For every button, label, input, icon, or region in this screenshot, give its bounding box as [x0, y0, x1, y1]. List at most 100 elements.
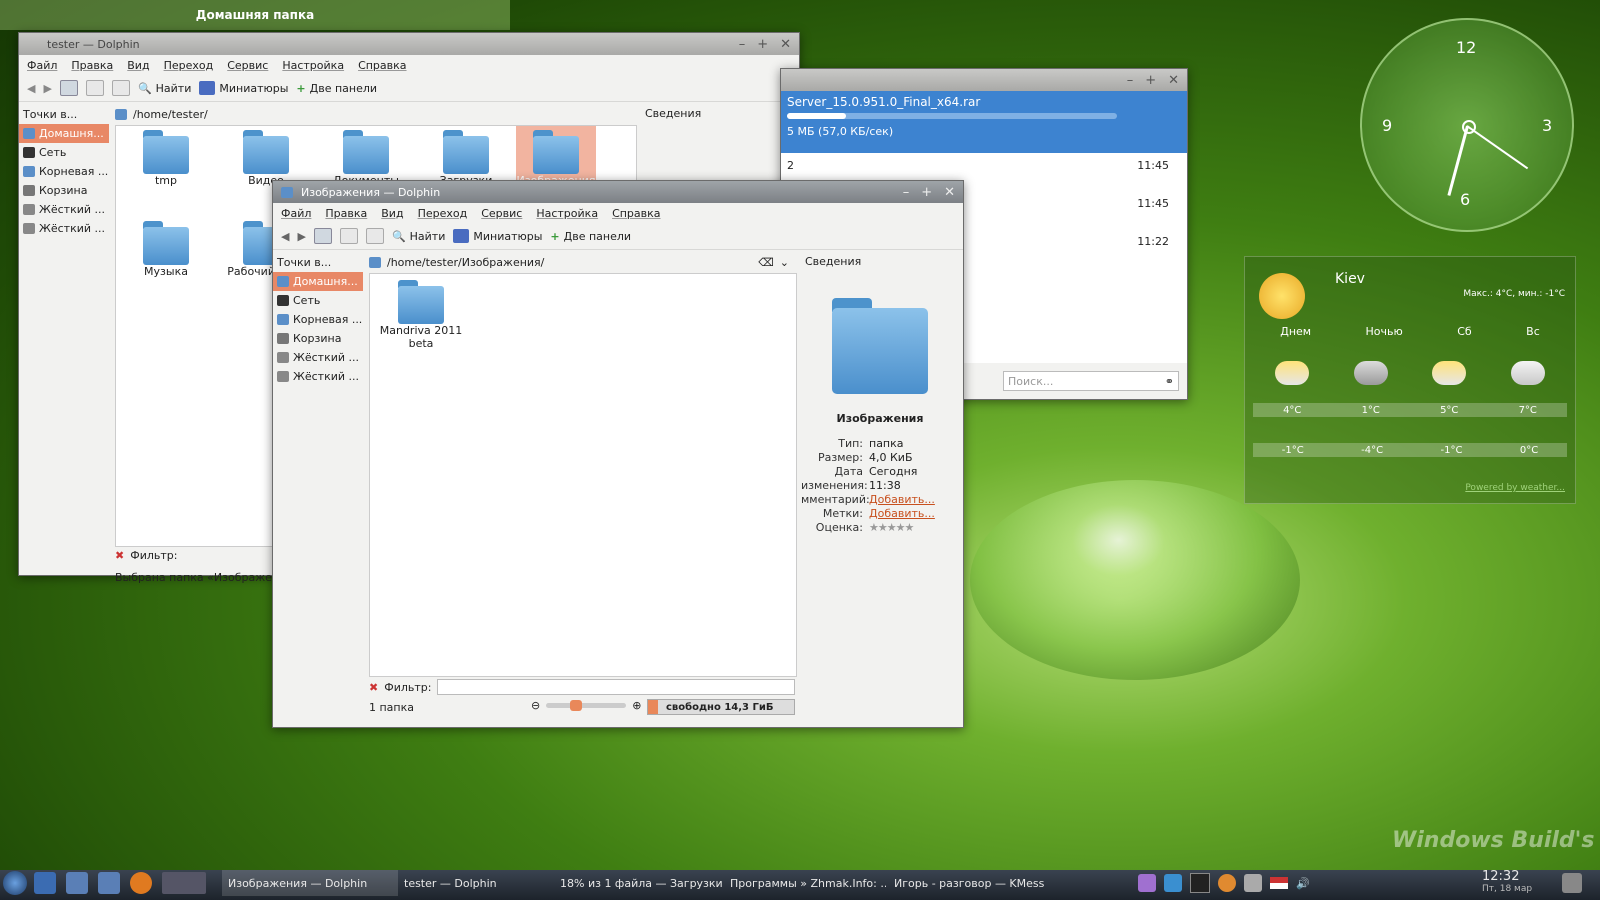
place-root[interactable]: Корневая ... — [19, 162, 109, 181]
folder-item[interactable]: Mandriva 2011 beta — [378, 280, 464, 350]
tray-icon[interactable] — [1138, 874, 1156, 892]
columns-view-icon[interactable] — [111, 80, 130, 96]
folder-item[interactable]: Документы — [326, 130, 406, 187]
maximize-icon[interactable]: + — [1145, 73, 1156, 88]
chevron-down-icon[interactable]: ⌄ — [780, 256, 789, 269]
zoom-out-icon[interactable]: ⊖ — [531, 699, 540, 712]
folder-item[interactable]: tmp — [126, 130, 206, 187]
menu-edit[interactable]: Правка — [325, 207, 367, 220]
thumbnails-button[interactable]: Миниатюры — [199, 81, 288, 95]
maximize-icon[interactable]: + — [921, 185, 932, 200]
folder-item[interactable]: Загрузки — [426, 130, 506, 187]
title-bar[interactable]: – + ✕ — [781, 69, 1187, 91]
search-field[interactable]: Поиск... ⚭ — [1003, 371, 1179, 391]
place-network[interactable]: Сеть — [273, 291, 363, 310]
network-icon[interactable] — [1244, 874, 1262, 892]
place-root[interactable]: Корневая ... — [273, 310, 363, 329]
terminal-icon[interactable] — [1190, 873, 1210, 893]
taskbar-item-dolphin-tester[interactable]: tester — Dolphin — [398, 870, 560, 896]
split-view-button[interactable]: + Две панели — [550, 230, 631, 243]
folder-item[interactable]: Видео — [226, 130, 306, 187]
add-comment-link[interactable]: Добавить... — [869, 493, 935, 507]
split-view-button[interactable]: + Две панели — [296, 82, 377, 95]
clear-icon[interactable]: ✖ — [369, 681, 378, 694]
minimize-icon[interactable]: – — [1127, 73, 1134, 88]
menu-settings[interactable]: Настройка — [536, 207, 598, 220]
menu-edit[interactable]: Правка — [71, 59, 113, 72]
icons-view-icon[interactable] — [313, 228, 332, 244]
details-view-icon[interactable] — [85, 80, 104, 96]
back-arrow-icon[interactable]: ◀ — [27, 82, 35, 95]
binoculars-icon[interactable]: ⚭ — [1165, 375, 1178, 388]
digital-clock[interactable]: 12:32 Пт, 18 мар — [1482, 870, 1532, 896]
add-tags-link[interactable]: Добавить... — [869, 507, 935, 521]
location-bar[interactable]: /home/tester/ — [115, 105, 635, 123]
minimize-icon[interactable]: – — [739, 37, 746, 52]
weather-powered-link[interactable]: Powered by weather... — [1465, 483, 1565, 493]
title-bar[interactable]: tester — Dolphin – + ✕ — [19, 33, 799, 55]
maximize-icon[interactable]: + — [757, 37, 768, 52]
place-home[interactable]: Домашня... — [19, 124, 109, 143]
find-button[interactable]: 🔍 Найти — [392, 230, 445, 243]
menu-view[interactable]: Вид — [127, 59, 149, 72]
zoom-slider[interactable]: ⊖ ⊕ — [531, 699, 641, 712]
menu-file[interactable]: Файл — [27, 59, 57, 72]
menu-tools[interactable]: Сервис — [227, 59, 268, 72]
thumbnails-button[interactable]: Миниатюры — [453, 229, 542, 243]
flag-icon[interactable] — [1270, 877, 1288, 889]
close-icon[interactable]: ✕ — [944, 185, 955, 200]
filter-input[interactable] — [437, 679, 796, 695]
clear-icon[interactable]: ✖ — [115, 549, 124, 562]
location-bar[interactable]: /home/tester/Изображения/ ⌫ ⌄ — [369, 253, 789, 271]
back-arrow-icon[interactable]: ◀ — [281, 230, 289, 243]
trash-applet-icon[interactable] — [1562, 870, 1582, 896]
volume-icon[interactable]: 🔊 — [1296, 877, 1310, 890]
list-item[interactable]: 2 11:45 — [787, 159, 1169, 172]
place-disk-1[interactable]: Жёсткий ... — [273, 348, 363, 367]
menu-help[interactable]: Справка — [358, 59, 406, 72]
taskbar-item-browser[interactable]: Программы » Zhmak.Info: ... — [730, 870, 886, 896]
place-network[interactable]: Сеть — [19, 143, 109, 162]
details-view-icon[interactable] — [339, 228, 358, 244]
start-menu-button[interactable] — [0, 870, 30, 896]
menu-settings[interactable]: Настройка — [282, 59, 344, 72]
browser-launcher-icon[interactable] — [130, 872, 152, 894]
dolphin-window-front[interactable]: Изображения — Dolphin – + ✕ Файл Правка Ви… — [272, 180, 964, 728]
close-icon[interactable]: ✕ — [1168, 73, 1179, 88]
zoom-in-icon[interactable]: ⊕ — [632, 699, 641, 712]
desktop-launcher-icon[interactable] — [34, 872, 56, 894]
place-disk-2[interactable]: Жёсткий ... — [273, 367, 363, 386]
menu-tools[interactable]: Сервис — [481, 207, 522, 220]
minimize-icon[interactable]: – — [903, 185, 910, 200]
folder-item[interactable]: Музыка — [126, 221, 206, 278]
analog-clock-widget[interactable]: 12 3 6 9 — [1360, 18, 1574, 232]
place-trash[interactable]: Корзина — [273, 329, 363, 348]
forward-arrow-icon[interactable]: ▶ — [297, 230, 305, 243]
menu-help[interactable]: Справка — [612, 207, 660, 220]
menu-go[interactable]: Переход — [418, 207, 468, 220]
file-view[interactable]: Mandriva 2011 beta — [369, 273, 797, 677]
place-trash[interactable]: Корзина — [19, 181, 109, 200]
title-bar[interactable]: Изображения — Dolphin – + ✕ — [273, 181, 963, 203]
clear-location-icon[interactable]: ⌫ — [758, 256, 774, 269]
columns-view-icon[interactable] — [365, 228, 384, 244]
rating-stars[interactable]: ★★★★★ — [869, 521, 914, 535]
tray-icon[interactable] — [1164, 874, 1182, 892]
taskbar-item-downloads[interactable]: 18% из 1 файла — Загрузки — [560, 870, 726, 896]
tools-launcher-icon[interactable] — [66, 872, 88, 894]
download-item-active[interactable]: Server_15.0.951.0_Final_x64.rar 5 МБ (57… — [781, 91, 1187, 153]
menu-file[interactable]: Файл — [281, 207, 311, 220]
menu-go[interactable]: Переход — [164, 59, 214, 72]
place-home[interactable]: Домашня... — [273, 272, 363, 291]
weather-widget[interactable]: Kiev Макс.: 4°C, мин.: -1°C Днем Ночью С… — [1244, 256, 1576, 504]
find-button[interactable]: 🔍 Найти — [138, 82, 191, 95]
close-icon[interactable]: ✕ — [780, 37, 791, 52]
tray-icon[interactable] — [1218, 874, 1236, 892]
place-disk-2[interactable]: Жёсткий ... — [19, 219, 109, 238]
taskbar-item-dolphin-images[interactable]: Изображения — Dolphin — [222, 870, 398, 896]
taskbar-item-kmess[interactable]: Игорь - разговор — KMess — [894, 870, 1064, 896]
menu-view[interactable]: Вид — [381, 207, 403, 220]
icons-view-icon[interactable] — [59, 80, 78, 96]
forward-arrow-icon[interactable]: ▶ — [43, 82, 51, 95]
settings-launcher-icon[interactable] — [98, 872, 120, 894]
